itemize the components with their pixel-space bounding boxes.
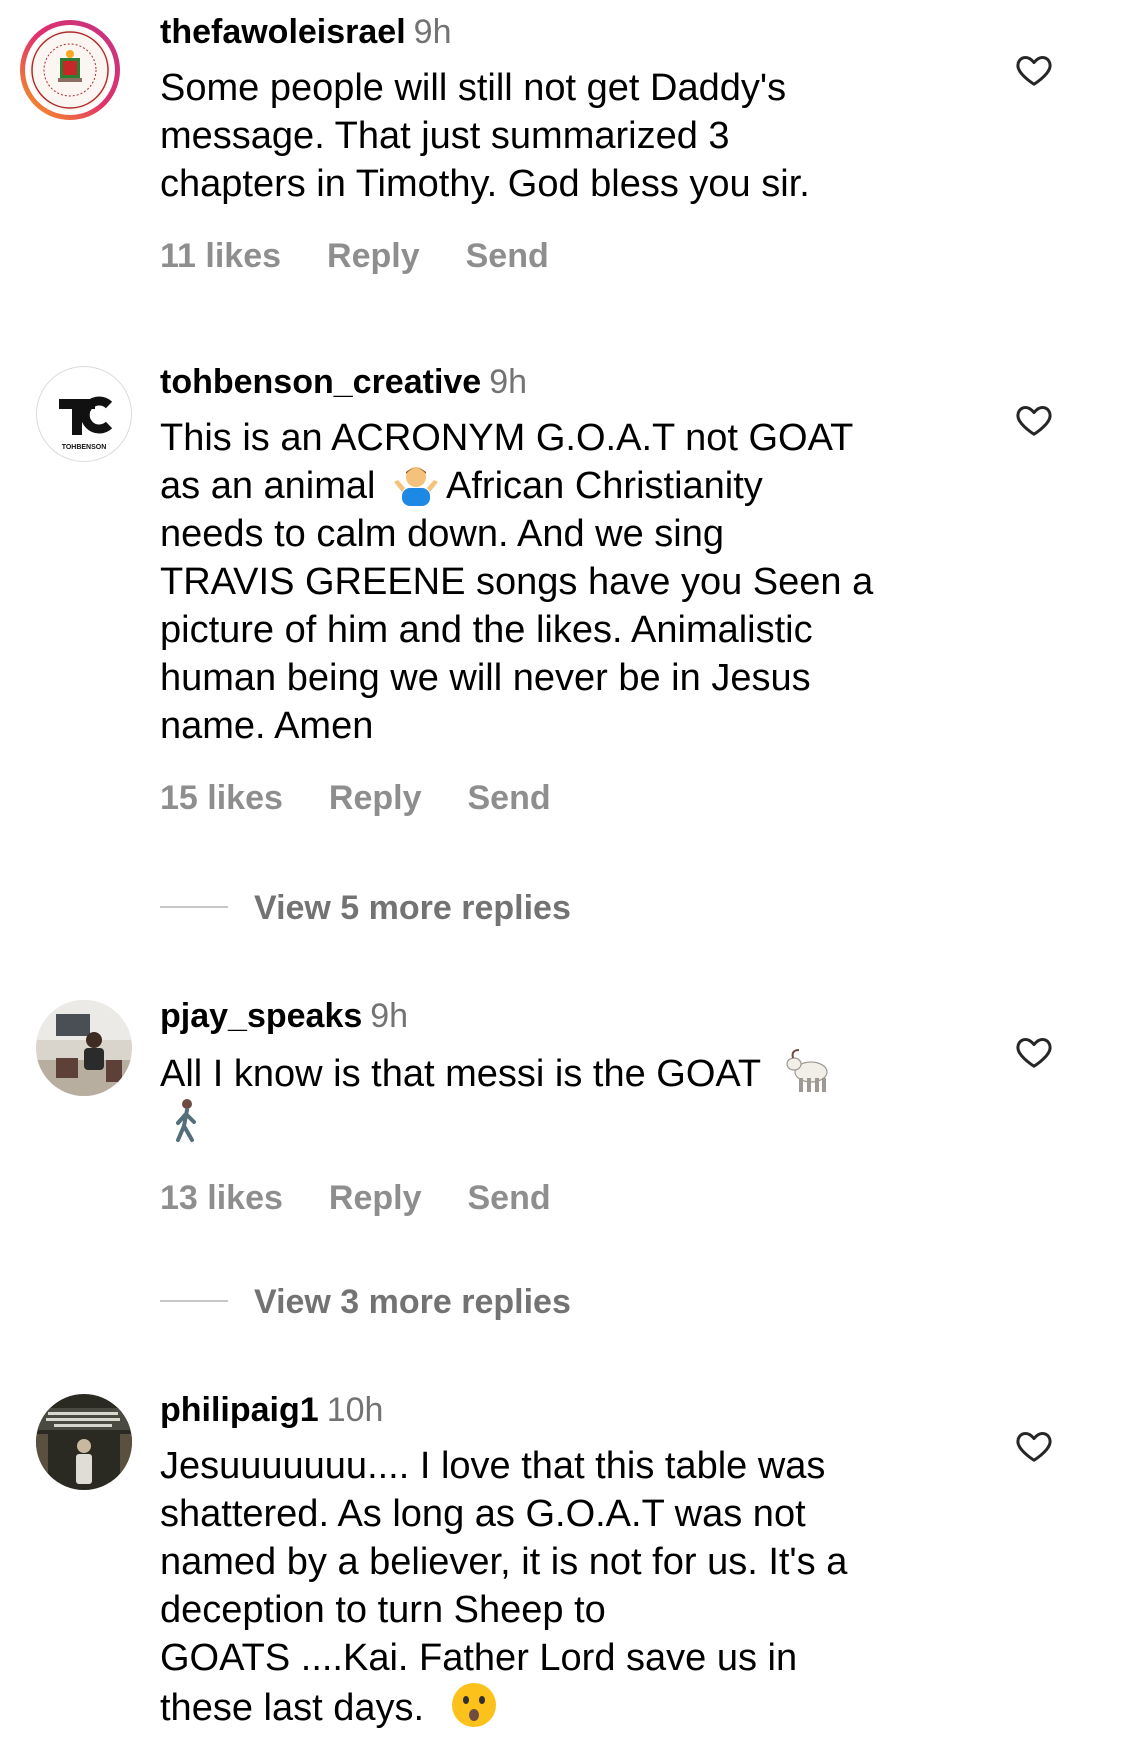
- likes-count[interactable]: 15 likes: [160, 778, 283, 818]
- comment-line: picture of him and the likes. Animalisti…: [160, 609, 813, 651]
- avatar-logo-text: TOHBENSON: [62, 444, 107, 451]
- timestamp: 9h: [413, 13, 452, 51]
- avatar[interactable]: [36, 1394, 132, 1490]
- username[interactable]: tohbenson_creative: [160, 363, 481, 401]
- seal-avatar-icon: [20, 20, 120, 120]
- comment-text: Some people will still not get Daddy's m…: [160, 64, 980, 208]
- comment-line-with-emoji: these last days.: [160, 1682, 980, 1732]
- comment-line: chapters in Timothy. God bless you sir.: [160, 163, 810, 205]
- goat-emoji: [786, 1049, 828, 1092]
- tc-logo-icon: TOHBENSON: [59, 396, 113, 451]
- view-more-label: View 3 more replies: [254, 1283, 571, 1321]
- reply-button[interactable]: Reply: [329, 778, 422, 818]
- comment-meta: tohbenson_creative 9h: [160, 362, 980, 402]
- comment-line: shattered. As long as G.O.A.T was not: [160, 1493, 806, 1535]
- send-button[interactable]: Send: [467, 1178, 550, 1218]
- comment-meta: philipaig1 10h: [160, 1390, 980, 1430]
- view-more-label: View 5 more replies: [254, 889, 571, 927]
- photo-avatar-icon: [36, 1000, 132, 1096]
- comment-line-part: these last days.: [160, 1687, 425, 1729]
- comment-actions: 13 likes Reply Send: [160, 1178, 980, 1218]
- comment-line: Some people will still not get Daddy's: [160, 67, 787, 109]
- timestamp: 9h: [370, 997, 409, 1035]
- photo-avatar-icon: [36, 1394, 132, 1490]
- view-more-replies[interactable]: View 3 more replies: [160, 1282, 571, 1322]
- comment-text: This is an ACRONYM G.O.A.T not GOAT as a…: [160, 414, 980, 750]
- likes-count[interactable]: 11 likes: [160, 236, 281, 276]
- avatar[interactable]: [18, 18, 122, 122]
- comment-body: thefawoleisrael 9h Some people will still…: [160, 12, 980, 276]
- comment-line-part: African Christianity: [446, 465, 763, 507]
- heart-outline-icon[interactable]: [1014, 1426, 1054, 1466]
- view-more-replies[interactable]: View 5 more replies: [160, 888, 571, 928]
- comment-meta: pjay_speaks 9h: [160, 996, 980, 1036]
- comment-actions: 15 likes Reply Send: [160, 778, 980, 818]
- comment-body: philipaig1 10h Jesuuuuuuu.... I love that…: [160, 1390, 980, 1732]
- comment-line: deception to turn Sheep to: [160, 1589, 606, 1631]
- send-button[interactable]: Send: [467, 778, 550, 818]
- heart-outline-icon[interactable]: [1014, 400, 1054, 440]
- comment-line: named by a believer, it is not for us. I…: [160, 1541, 848, 1583]
- username[interactable]: philipaig1: [160, 1391, 319, 1429]
- comment-line: TRAVIS GREENE songs have you Seen a: [160, 561, 874, 603]
- heart-outline-icon[interactable]: [1014, 1032, 1054, 1072]
- comment-line: This is an ACRONYM G.O.A.T not GOAT: [160, 417, 854, 459]
- timestamp: 10h: [326, 1391, 384, 1429]
- person-walking-emoji: [176, 1099, 196, 1142]
- avatar[interactable]: [36, 1000, 132, 1096]
- comment-line: Jesuuuuuuu.... I love that this table wa…: [160, 1445, 826, 1487]
- divider-line: [160, 906, 228, 909]
- username[interactable]: pjay_speaks: [160, 997, 362, 1035]
- divider-line: [160, 1300, 228, 1303]
- reply-button[interactable]: Reply: [327, 236, 420, 276]
- comment-line-with-emoji: as an animal African Christianity: [160, 462, 980, 510]
- comment-line-emoji-only: [160, 1098, 980, 1150]
- comment-line: name. Amen: [160, 705, 374, 747]
- comment-line: needs to calm down. And we sing: [160, 513, 725, 555]
- comment-text: All I know is that messi is the GOAT: [160, 1048, 980, 1150]
- comment-meta: thefawoleisrael 9h: [160, 12, 980, 52]
- heart-outline-icon[interactable]: [1014, 50, 1054, 90]
- person-shrugging-emoji: [394, 467, 439, 506]
- comment-line-part: as an animal: [160, 465, 376, 507]
- avatar[interactable]: TOHBENSON: [36, 366, 132, 462]
- reply-button[interactable]: Reply: [329, 1178, 422, 1218]
- comment-line: message. That just summarized 3: [160, 115, 730, 157]
- comment-line-with-emoji: All I know is that messi is the GOAT: [160, 1048, 980, 1098]
- comment-body: pjay_speaks 9h All I know is that messi i…: [160, 996, 980, 1218]
- timestamp: 9h: [489, 363, 528, 401]
- send-button[interactable]: Send: [466, 236, 549, 276]
- comment-line-part: All I know is that messi is the GOAT: [160, 1053, 761, 1095]
- comment-line: human being we will never be in Jesus: [160, 657, 811, 699]
- hushed-face-emoji: [451, 1683, 496, 1727]
- comment-line: GOATS ....Kai. Father Lord save us in: [160, 1637, 798, 1679]
- comment-actions: 11 likes Reply Send: [160, 236, 980, 276]
- comment-text: Jesuuuuuuu.... I love that this table wa…: [160, 1442, 980, 1732]
- username[interactable]: thefawoleisrael: [160, 13, 406, 51]
- likes-count[interactable]: 13 likes: [160, 1178, 283, 1218]
- comment-body: tohbenson_creative 9h This is an ACRONYM …: [160, 362, 980, 818]
